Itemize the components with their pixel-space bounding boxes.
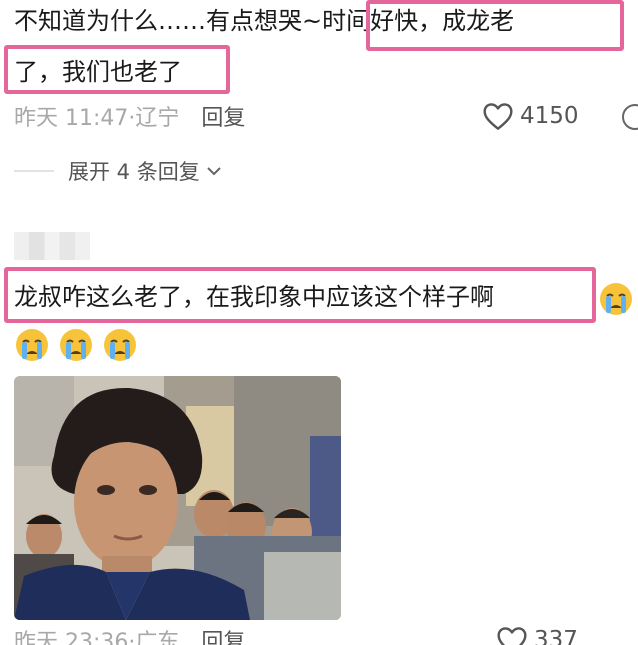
highlight-box-1b bbox=[4, 45, 230, 94]
blurred-username[interactable] bbox=[14, 232, 90, 260]
comment-2-reply-button[interactable]: 回复 bbox=[201, 624, 245, 645]
heart-icon bbox=[483, 103, 513, 130]
emoji-row bbox=[14, 327, 138, 363]
crying-face-icon bbox=[60, 329, 92, 361]
highlight-box-1a bbox=[366, 0, 624, 51]
comment-2-like-button[interactable]: 337 bbox=[496, 624, 578, 645]
comment-1-like-count: 4150 bbox=[520, 103, 579, 129]
expand-divider bbox=[14, 170, 54, 172]
expand-replies-label: 展开 4 条回复 bbox=[68, 160, 200, 184]
comment-1-reply-button[interactable]: 回复 bbox=[201, 100, 245, 132]
crying-face-icon bbox=[600, 283, 632, 315]
heart-icon bbox=[497, 627, 527, 645]
comment-1-time-location: 昨天 11:47·辽宁 bbox=[14, 106, 180, 131]
expand-replies-button[interactable]: 展开 4 条回复 bbox=[14, 155, 222, 187]
crying-face-icon bbox=[104, 329, 136, 361]
comment-2-time-location: 昨天 23:36·广东 bbox=[14, 630, 180, 645]
photo-illustration bbox=[14, 376, 341, 620]
highlight-box-2 bbox=[4, 267, 596, 323]
comment-2-meta: 昨天 23:36·广东 回复 bbox=[14, 624, 245, 645]
comment-1-meta: 昨天 11:47·辽宁 回复 bbox=[14, 100, 245, 132]
crying-face-icon bbox=[16, 329, 48, 361]
comment-1-text-prefix: 不知道为什么……有点想哭~ bbox=[14, 7, 323, 35]
dislike-icon-partial[interactable] bbox=[622, 104, 638, 130]
comment-1-like-button[interactable]: 4150 bbox=[482, 100, 579, 132]
comment-2-like-count: 337 bbox=[534, 627, 578, 645]
chevron-down-icon bbox=[207, 167, 221, 176]
comment-2-attached-photo[interactable] bbox=[14, 376, 341, 620]
